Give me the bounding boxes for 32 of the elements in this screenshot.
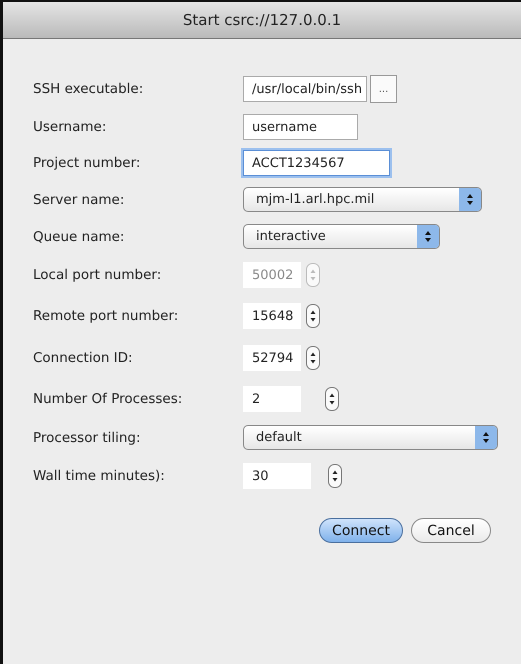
dropdown[interactable]: interactive — [243, 224, 440, 249]
up-down-arrows-icon — [417, 225, 439, 248]
stepper-icon[interactable] — [306, 346, 320, 370]
field-label: Username: — [33, 119, 108, 135]
field-label: Project number: — [33, 155, 142, 171]
number-field[interactable]: 2 — [243, 386, 301, 412]
dropdown[interactable]: default — [243, 425, 498, 450]
text-field[interactable]: /usr/local/bin/ssh — [243, 76, 367, 102]
field-label: Number Of Processes: — [33, 391, 184, 407]
field-label: Processor tiling: — [33, 430, 142, 446]
up-down-arrows-icon — [459, 188, 481, 211]
cancel-button[interactable]: Cancel — [411, 518, 491, 543]
stepper-icon[interactable] — [328, 464, 342, 488]
window-title: Start csrc://127.0.0.1 — [182, 11, 342, 29]
field-label: Server name: — [33, 192, 126, 208]
number-field[interactable]: 52794 — [243, 345, 301, 371]
field-label: Connection ID: — [33, 350, 134, 366]
stepper-icon[interactable] — [306, 304, 320, 328]
number-field[interactable]: 30 — [243, 463, 311, 489]
text-field[interactable]: username — [243, 114, 358, 140]
browse-button[interactable]: ... — [370, 75, 397, 103]
dropdown[interactable]: mjm-l1.arl.hpc.mil — [243, 187, 482, 212]
number-field[interactable]: 15648 — [243, 303, 301, 329]
text-field[interactable]: ACCT1234567 — [243, 150, 390, 176]
field-label: SSH executable: — [33, 81, 144, 97]
connect-button[interactable]: Connect — [319, 518, 403, 543]
field-label: Wall time minutes): — [33, 468, 166, 484]
stepper-icon[interactable] — [325, 387, 339, 411]
field-label: Local port number: — [33, 267, 162, 283]
field-label: Queue name: — [33, 228, 126, 244]
field-label: Remote port number: — [33, 308, 180, 324]
up-down-arrows-icon — [475, 426, 497, 449]
